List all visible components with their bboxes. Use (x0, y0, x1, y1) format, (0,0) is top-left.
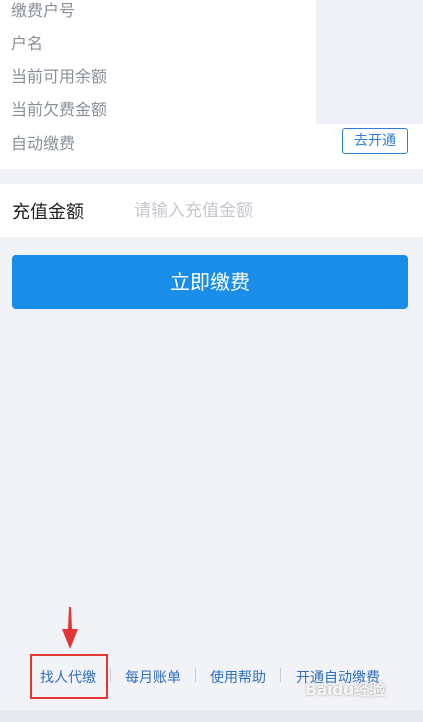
footer-link-help[interactable]: 使用帮助 (210, 667, 266, 687)
baidu-jingyan-watermark: Baidu经验 (305, 680, 385, 699)
recharge-amount-row: 充值金额 (0, 184, 423, 237)
bottom-strip (0, 710, 423, 722)
account-name-label: 户名 (11, 34, 44, 53)
available-balance-label: 当前可用余额 (11, 67, 108, 86)
recharge-amount-label: 充值金额 (12, 202, 84, 223)
footer-separator (195, 668, 196, 682)
footer-separator (110, 668, 111, 682)
auto-pay-label: 自动缴费 (11, 134, 76, 153)
footer-link-proxy-pay[interactable]: 找人代缴 (40, 667, 96, 687)
footer-link-monthly-bill[interactable]: 每月账单 (125, 667, 181, 687)
recharge-amount-input[interactable] (132, 193, 406, 229)
pay-now-button[interactable]: 立即缴费 (12, 255, 408, 309)
account-info-card: 缴费户号 户名 当前可用余额 当前欠费金额 自动缴费 去开通 (0, 0, 423, 169)
masked-values-area (316, 0, 423, 124)
footer-separator (280, 668, 281, 682)
arrears-amount-label: 当前欠费金额 (11, 100, 108, 119)
enable-auto-pay-button[interactable]: 去开通 (342, 128, 408, 154)
account-number-label: 缴费户号 (11, 1, 76, 20)
red-arrow-annotation-icon (62, 607, 78, 649)
